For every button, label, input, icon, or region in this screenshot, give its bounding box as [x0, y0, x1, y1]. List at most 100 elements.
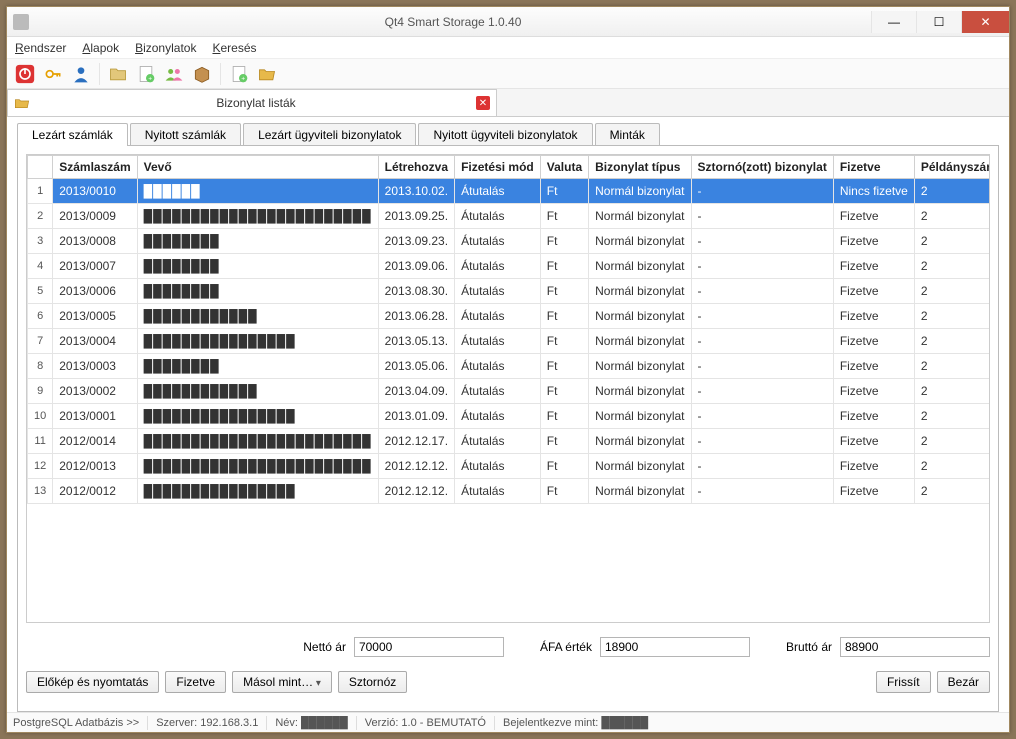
svg-text:+: +	[148, 75, 152, 82]
cell: 2013.04.09.	[378, 379, 454, 404]
cell: 2	[914, 429, 989, 454]
tab-4[interactable]: Minták	[595, 123, 660, 146]
row-number: 11	[28, 429, 53, 454]
power-icon[interactable]	[13, 62, 37, 86]
maximize-button[interactable]: ☐	[916, 11, 961, 33]
cell: 2013.09.25.	[378, 204, 454, 229]
tab-3[interactable]: Nyitott ügyviteli bizonylatok	[418, 123, 592, 146]
cell: 2	[914, 254, 989, 279]
col-header-7[interactable]: Fizetve	[833, 156, 914, 179]
svg-text:+: +	[241, 75, 245, 82]
cell: Normál bizonylat	[589, 379, 691, 404]
statusbar: PostgreSQL Adatbázis >> Szerver: 192.168…	[7, 712, 1009, 732]
row-number: 13	[28, 479, 53, 504]
status-version: Verzió: 1.0 - BEMUTATÓ	[365, 717, 486, 729]
document-tab[interactable]: Bizonylat listák ✕	[7, 89, 497, 116]
cell: -	[691, 204, 833, 229]
netto-input[interactable]	[354, 637, 504, 657]
table-row[interactable]: 22013/0009████████████████████████2013.0…	[28, 204, 990, 229]
col-header-4[interactable]: Valuta	[540, 156, 588, 179]
table-row[interactable]: 42013/0007████████2013.09.06.ÁtutalásFtN…	[28, 254, 990, 279]
cell: 2012/0012	[53, 479, 137, 504]
table-row[interactable]: 52013/0006████████2013.08.30.ÁtutalásFtN…	[28, 279, 990, 304]
cell: 2012/0013	[53, 454, 137, 479]
users-icon[interactable]	[162, 62, 186, 86]
tab-2[interactable]: Lezárt ügyviteli bizonylatok	[243, 123, 416, 146]
cell: 2	[914, 454, 989, 479]
menubar: Rendszer Alapok Bizonylatok Keresés	[7, 37, 1009, 59]
storno-button[interactable]: Sztornóz	[338, 671, 407, 693]
table-row[interactable]: 82013/0003████████2013.05.06.ÁtutalásFtN…	[28, 354, 990, 379]
cell: ████████████████████████	[137, 204, 378, 229]
table-row[interactable]: 102013/0001████████████████2013.01.09.Át…	[28, 404, 990, 429]
col-header-6[interactable]: Sztornó(zott) bizonylat	[691, 156, 833, 179]
cell: Fizetve	[833, 229, 914, 254]
table-row[interactable]: 12013/0010██████2013.10.02.ÁtutalásFtNor…	[28, 179, 990, 204]
menu-alapok[interactable]: Alapok	[82, 41, 119, 55]
cell: Normál bizonylat	[589, 304, 691, 329]
cell: 2	[914, 279, 989, 304]
cell: Normál bizonylat	[589, 329, 691, 354]
key-icon[interactable]	[41, 62, 65, 86]
close-window-button[interactable]: ✕	[961, 11, 1009, 33]
cell: Átutalás	[455, 479, 541, 504]
cell: ████████	[137, 279, 378, 304]
netto-label: Nettó ár	[303, 640, 346, 654]
table-row[interactable]: 72013/0004████████████████2013.05.13.Átu…	[28, 329, 990, 354]
paid-button[interactable]: Fizetve	[165, 671, 226, 693]
copy-as-button[interactable]: Másol mint…	[232, 671, 332, 693]
menu-kereses[interactable]: Keresés	[212, 41, 256, 55]
col-header-0[interactable]: Számlaszám	[53, 156, 137, 179]
folder-icon[interactable]	[106, 62, 130, 86]
close-button[interactable]: Bezár	[937, 671, 990, 693]
menu-rendszer[interactable]: Rendszer	[15, 41, 66, 55]
close-icon[interactable]: ✕	[476, 96, 490, 110]
document-tab-label: Bizonylat listák	[36, 96, 476, 110]
package-icon[interactable]	[190, 62, 214, 86]
tabs: Lezárt számlákNyitott számlákLezárt ügyv…	[17, 123, 999, 146]
col-header-8[interactable]: Példányszám	[914, 156, 989, 179]
menu-bizonylatok[interactable]: Bizonylatok	[135, 41, 196, 55]
col-header-3[interactable]: Fizetési mód	[455, 156, 541, 179]
refresh-button[interactable]: Frissít	[876, 671, 931, 693]
preview-print-button[interactable]: Előkép és nyomtatás	[26, 671, 159, 693]
table-row[interactable]: 112012/0014████████████████████████2012.…	[28, 429, 990, 454]
folder-open-icon	[14, 96, 30, 110]
tab-0[interactable]: Lezárt számlák	[17, 123, 128, 146]
table-row[interactable]: 132012/0012████████████████2012.12.12.Át…	[28, 479, 990, 504]
status-server: Szerver: 192.168.3.1	[156, 717, 258, 729]
cell: Ft	[540, 404, 588, 429]
folder-open-icon[interactable]	[255, 62, 279, 86]
cell: 2013.10.02.	[378, 179, 454, 204]
col-header-1[interactable]: Vevő	[137, 156, 378, 179]
cell: Normál bizonylat	[589, 229, 691, 254]
tab-1[interactable]: Nyitott számlák	[130, 123, 241, 146]
col-header-2[interactable]: Létrehozva	[378, 156, 454, 179]
minimize-button[interactable]: —	[871, 11, 916, 33]
status-name: Név: ██████	[275, 717, 347, 729]
table-row[interactable]: 32013/0008████████2013.09.23.ÁtutalásFtN…	[28, 229, 990, 254]
col-rownum[interactable]	[28, 156, 53, 179]
cell: ████████████████████████	[137, 429, 378, 454]
table-row[interactable]: 122012/0013████████████████████████2012.…	[28, 454, 990, 479]
afa-input[interactable]	[600, 637, 750, 657]
cell: 2	[914, 229, 989, 254]
cell: 2013.09.23.	[378, 229, 454, 254]
brutto-input[interactable]	[840, 637, 990, 657]
col-header-5[interactable]: Bizonylat típus	[589, 156, 691, 179]
add-doc-icon[interactable]: +	[227, 62, 251, 86]
cell: Átutalás	[455, 279, 541, 304]
new-doc-icon[interactable]: +	[134, 62, 158, 86]
status-db: PostgreSQL Adatbázis >>	[13, 717, 139, 729]
cell: 2012/0014	[53, 429, 137, 454]
cell: Fizetve	[833, 379, 914, 404]
table-row[interactable]: 92013/0002████████████2013.04.09.Átutalá…	[28, 379, 990, 404]
cell: 2	[914, 179, 989, 204]
cell: Ft	[540, 429, 588, 454]
table-row[interactable]: 62013/0005████████████2013.06.28.Átutalá…	[28, 304, 990, 329]
grid-scroll[interactable]: SzámlaszámVevőLétrehozvaFizetési módValu…	[27, 155, 989, 622]
row-number: 12	[28, 454, 53, 479]
user-icon[interactable]	[69, 62, 93, 86]
cell: 2013/0009	[53, 204, 137, 229]
cell: ████████████████	[137, 479, 378, 504]
